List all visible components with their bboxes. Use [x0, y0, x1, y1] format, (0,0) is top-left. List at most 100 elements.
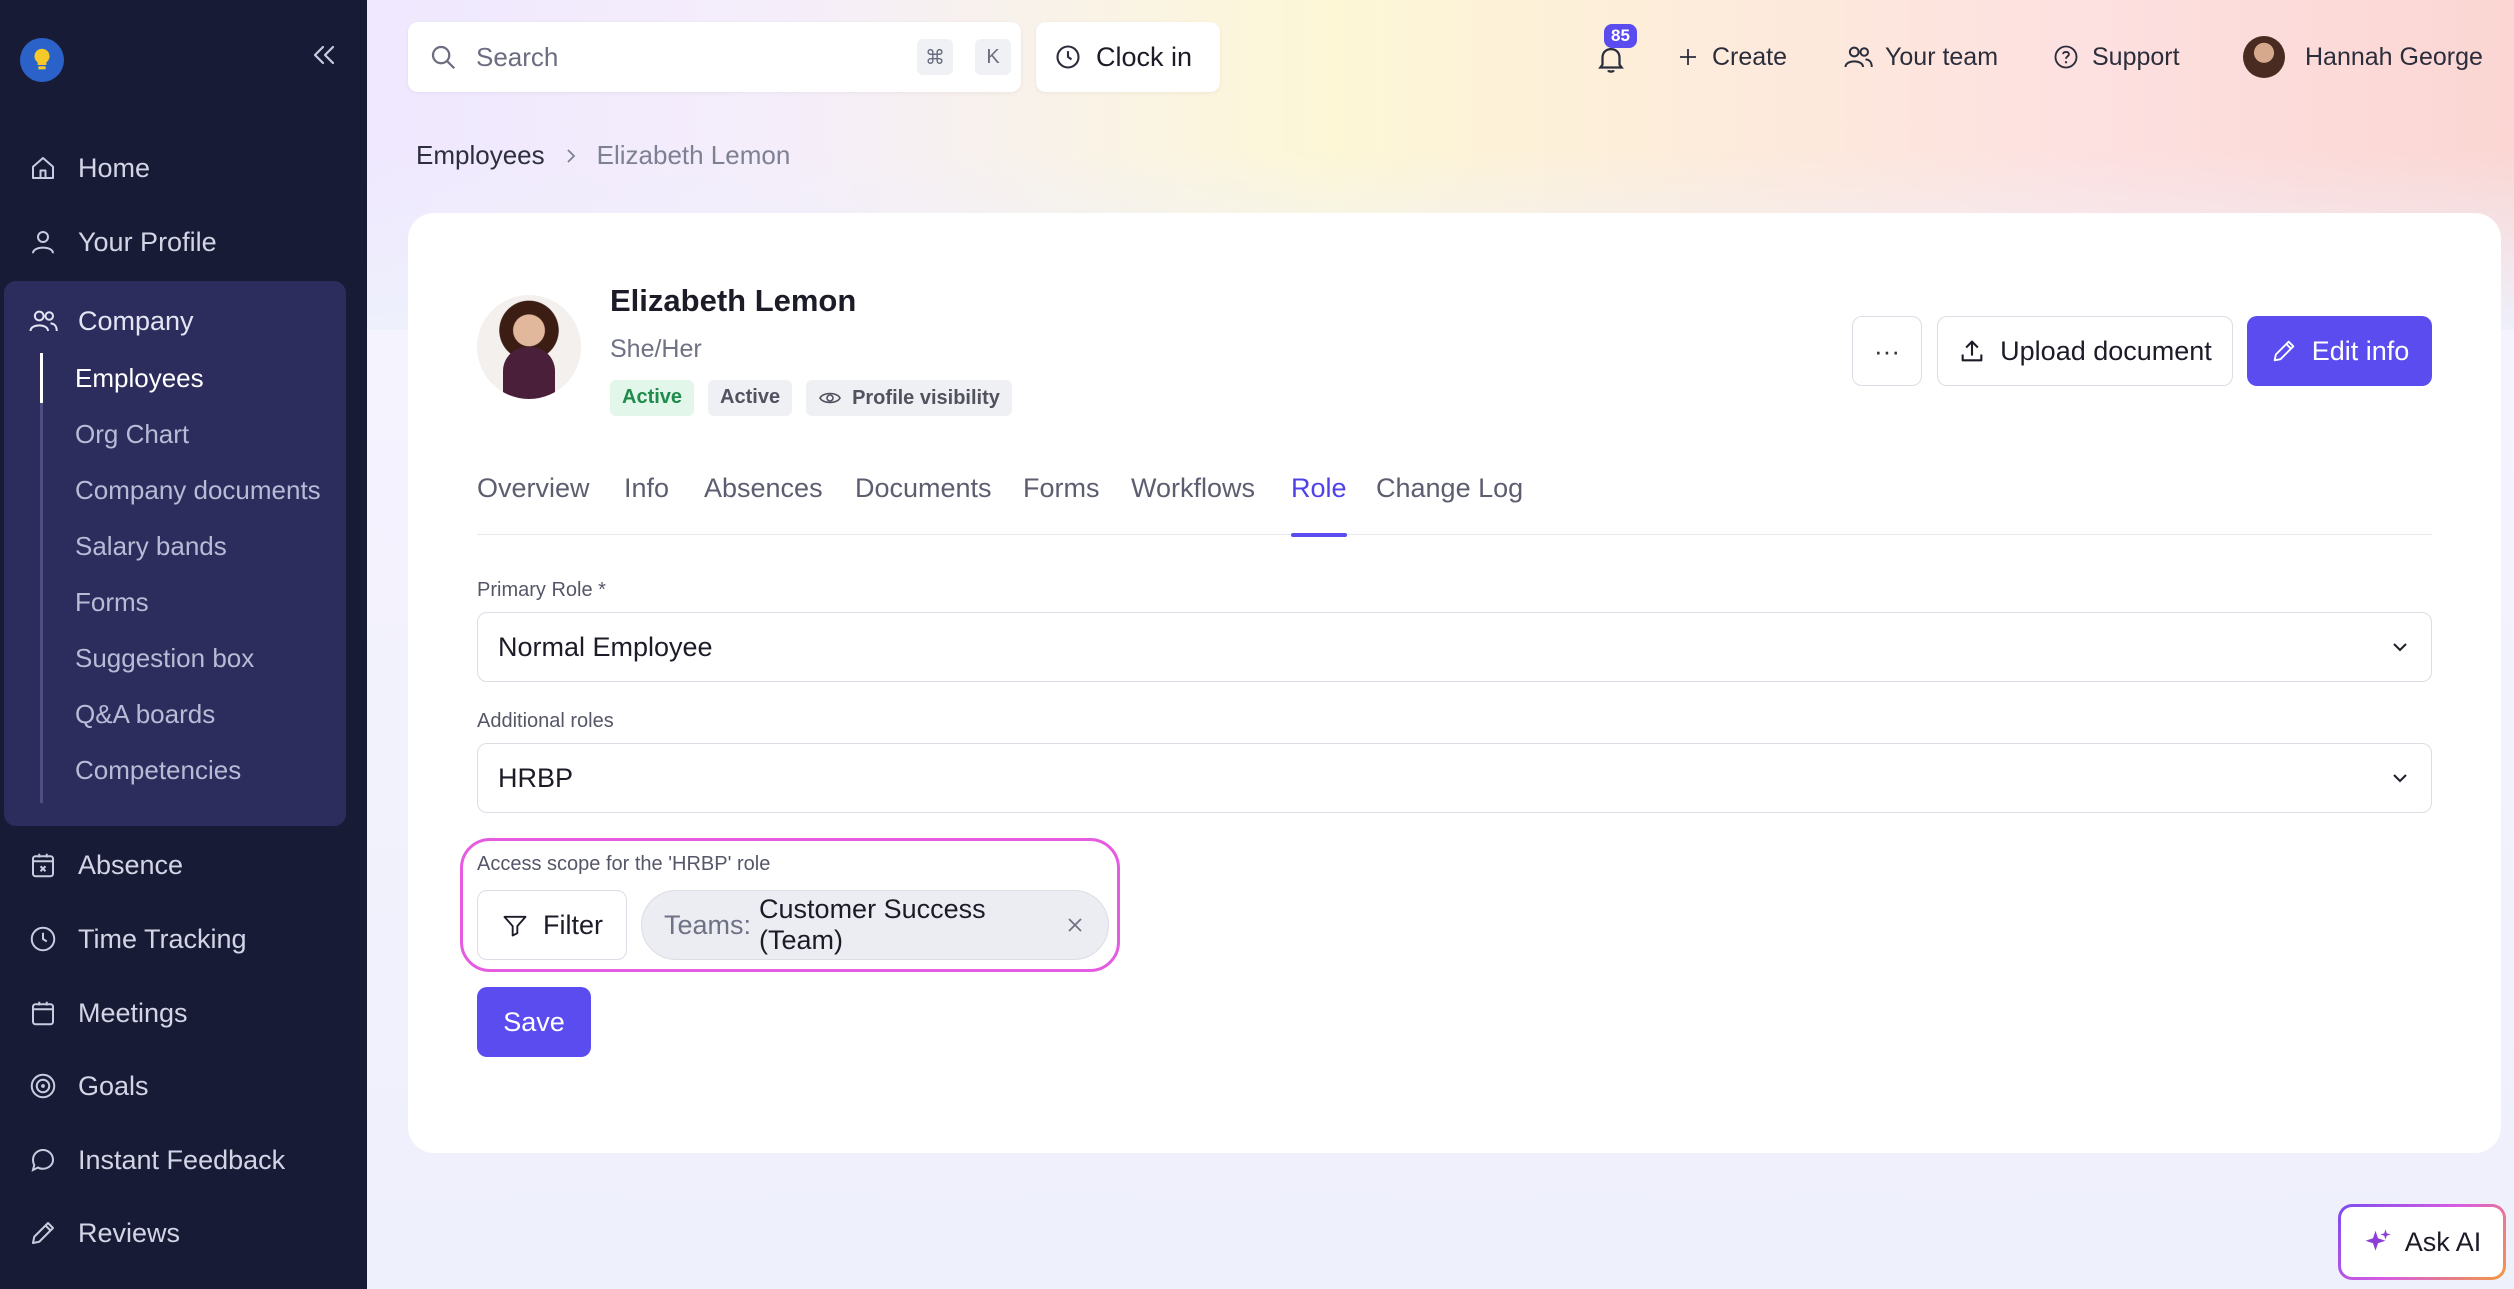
profile-avatar [477, 295, 581, 399]
additional-roles-value: HRBP [498, 762, 574, 793]
team-filter-chip[interactable]: Teams: Customer Success (Team) [641, 890, 1109, 960]
nav-your-profile[interactable]: Your Profile [28, 220, 217, 264]
tab-documents[interactable]: Documents [855, 473, 992, 535]
nav-meetings[interactable]: Meetings [28, 991, 188, 1035]
app-logo[interactable] [20, 38, 64, 82]
sidebar-item-org-chart[interactable]: Org Chart [75, 414, 189, 454]
tab-absences[interactable]: Absences [704, 473, 823, 535]
target-icon [30, 1073, 56, 1099]
nav-reviews[interactable]: Reviews [28, 1211, 180, 1255]
chip-key: Teams: [664, 909, 752, 940]
nav-meetings-label: Meetings [78, 997, 188, 1028]
eye-icon [819, 392, 841, 404]
sidebar-item-competencies[interactable]: Competencies [75, 750, 241, 790]
pencil-icon [32, 1222, 54, 1244]
sidebar-item-employees[interactable]: Employees [75, 358, 204, 398]
chat-bubble-icon [31, 1148, 55, 1172]
employee-name: Elizabeth Lemon [610, 283, 857, 318]
upload-icon [1961, 340, 1983, 362]
nav-absence-label: Absence [78, 849, 184, 880]
filter-label: Filter [543, 909, 603, 940]
search-placeholder: Search [476, 41, 559, 72]
profile-visibility-badge[interactable]: Profile visibility [806, 380, 1012, 416]
user-icon [32, 231, 54, 254]
tab-overview[interactable]: Overview [477, 473, 590, 535]
company-section: Company Employees Org Chart Company docu… [4, 281, 346, 826]
employee-pronouns: She/Her [610, 335, 702, 363]
user-name: Hannah George [2305, 42, 2483, 71]
notification-count-badge: 85 [1604, 24, 1637, 48]
status-tags: Active Active Profile visibility [610, 380, 1012, 416]
collapse-sidebar-button[interactable] [304, 38, 344, 72]
filter-icon [503, 915, 527, 937]
breadcrumb-current: Elizabeth Lemon [596, 140, 791, 170]
create-button[interactable]: Create [1676, 32, 1787, 82]
nav-your-profile-label: Your Profile [78, 226, 217, 257]
access-scope-label: Access scope for the 'HRBP' role [477, 853, 771, 875]
your-team-label: Your team [1885, 42, 1999, 71]
clock-in-button[interactable]: Clock in [1036, 22, 1220, 92]
close-icon[interactable] [1064, 914, 1086, 936]
profile-card: Elizabeth Lemon She/Her Active Active Pr… [408, 213, 2501, 1153]
tab-forms[interactable]: Forms [1023, 473, 1100, 535]
sidebar-item-salary-bands[interactable]: Salary bands [75, 526, 227, 566]
tab-workflows[interactable]: Workflows [1131, 473, 1255, 535]
nav-time-tracking-label: Time Tracking [78, 923, 247, 954]
save-button[interactable]: Save [477, 987, 591, 1057]
support-label: Support [2092, 42, 2180, 71]
user-menu[interactable]: Hannah George [2243, 32, 2483, 82]
support-button[interactable]: Support [2052, 32, 2180, 82]
more-options-button[interactable]: ··· [1852, 316, 1922, 386]
additional-roles-select[interactable]: HRBP [477, 743, 2432, 813]
primary-role-select[interactable]: Normal Employee [477, 612, 2432, 682]
calendar-x-icon [32, 853, 54, 878]
nav-time-tracking[interactable]: Time Tracking [28, 917, 247, 961]
tab-info[interactable]: Info [624, 473, 669, 535]
nav-goals[interactable]: Goals [28, 1064, 149, 1108]
plus-icon [1680, 49, 1696, 65]
edit-info-button[interactable]: Edit info [2247, 316, 2432, 386]
status-badge-secondary: Active [708, 380, 793, 416]
nav-reviews-label: Reviews [78, 1217, 181, 1248]
upload-document-label: Upload document [2000, 335, 2212, 366]
users-icon [1844, 46, 1873, 68]
shortcut-key-k: K [975, 39, 1011, 75]
primary-role-value: Normal Employee [498, 631, 713, 662]
your-team-button[interactable]: Your team [1843, 32, 1998, 82]
primary-role-label: Primary Role * [477, 579, 606, 601]
sidebar-item-forms[interactable]: Forms [75, 582, 149, 622]
search-input[interactable]: Search ⌘ K [408, 22, 1021, 92]
tab-role[interactable]: Role [1291, 473, 1347, 537]
home-icon [32, 157, 54, 179]
tab-change-log[interactable]: Change Log [1376, 473, 1523, 535]
submenu-active-indicator [40, 353, 43, 403]
sidebar: Home Your Profile Company Employees Org … [0, 0, 367, 1289]
status-badge: Active [610, 380, 695, 416]
clock-in-label: Clock in [1096, 41, 1193, 72]
nav-company[interactable]: Company [28, 299, 194, 343]
filter-button[interactable]: Filter [477, 890, 627, 960]
sidebar-item-suggestion-box[interactable]: Suggestion box [75, 638, 254, 678]
nav-instant-feedback-label: Instant Feedback [78, 1144, 286, 1175]
breadcrumb-employees[interactable]: Employees [416, 140, 545, 171]
chevron-down-icon [2393, 774, 2407, 783]
sidebar-item-qa-boards[interactable]: Q&A boards [75, 694, 215, 734]
sidebar-item-company-documents[interactable]: Company documents [75, 470, 321, 510]
additional-roles-label: Additional roles [477, 710, 614, 732]
clock-icon [1056, 45, 1080, 69]
profile-visibility-label: Profile visibility [852, 386, 1000, 409]
double-chevron-left-icon [313, 45, 335, 65]
upload-document-button[interactable]: Upload document [1937, 316, 2233, 386]
more-options-icon: ··· [1874, 335, 1900, 366]
submenu-line [40, 353, 43, 803]
nav-home[interactable]: Home [28, 146, 150, 190]
lightbulb-icon [34, 48, 50, 70]
pencil-icon [2273, 340, 2294, 362]
chevron-down-icon [2393, 643, 2407, 652]
create-label: Create [1712, 42, 1788, 71]
ask-ai-button[interactable]: Ask AI [2338, 1204, 2506, 1280]
nav-instant-feedback[interactable]: Instant Feedback [28, 1138, 285, 1182]
nav-absence[interactable]: Absence [28, 843, 183, 887]
edit-info-label: Edit info [2311, 335, 2410, 366]
calendar-icon [32, 1001, 54, 1026]
